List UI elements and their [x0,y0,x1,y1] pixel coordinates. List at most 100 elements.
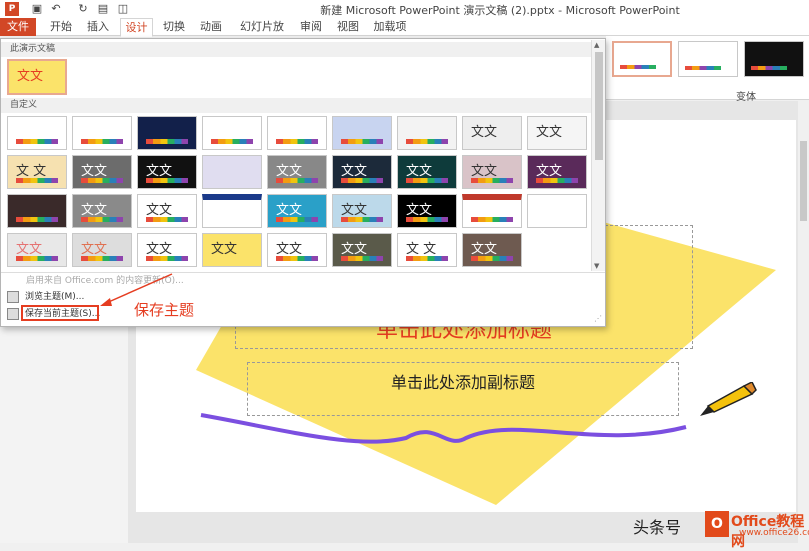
theme-swatch [81,217,123,222]
editor-scrollbar[interactable] [798,101,809,543]
theme-thumb[interactable] [7,194,67,228]
tab-animations[interactable]: 动画 [196,18,226,36]
gallery-scrollbar[interactable]: ▲ ▼ [591,40,605,271]
theme-thumb-text: 文文 [406,203,433,218]
subtitle-placeholder[interactable]: 单击此处添加副标题 [247,362,679,416]
variant-thumb[interactable] [744,41,804,77]
theme-thumb-text: 文文 [276,242,303,257]
theme-thumb-text: 文文 [536,164,563,179]
variant-color-bar [685,66,721,70]
from-beginning-icon[interactable]: ▤ [96,2,110,16]
theme-thumb[interactable]: 文文 [72,155,132,189]
variant-thumb[interactable] [612,41,672,77]
watermark-source: 头条号 [633,518,682,537]
gallery-scrollbar-thumb[interactable] [595,52,603,160]
theme-swatch [341,217,383,222]
theme-thumb[interactable]: 文文 [72,194,132,228]
current-theme-thumb[interactable]: 文文 [7,59,67,95]
theme-thumb-text: 文文 [81,164,108,179]
theme-thumb-text: 文文 [341,242,368,257]
theme-thumb[interactable]: 文文 [137,194,197,228]
tab-design[interactable]: 设计 [120,18,153,37]
theme-swatch [146,256,188,261]
theme-thumb-text: 文文 [81,203,108,218]
theme-thumb[interactable] [462,194,522,228]
section-custom: 自定义 [1,98,591,113]
theme-thumb[interactable]: 文文 [462,116,522,150]
scroll-down-icon[interactable]: ▼ [594,262,599,270]
theme-thumb[interactable] [267,116,327,150]
tab-file[interactable]: 文件 [0,18,36,36]
theme-thumb[interactable]: 文文 [267,233,327,267]
theme-swatch [276,178,318,183]
tab-home[interactable]: 开始 [46,18,76,36]
theme-thumb[interactable] [72,116,132,150]
theme-thumb[interactable] [202,116,262,150]
theme-thumb[interactable] [397,116,457,150]
resize-grip-icon[interactable]: ⋰ [594,314,602,323]
window-title: 新建 Microsoft PowerPoint 演示文稿 (2).pptx - … [320,4,680,17]
theme-thumb[interactable]: 文文 [267,194,327,228]
theme-thumb[interactable]: 文文 [137,155,197,189]
theme-thumb[interactable] [7,116,67,150]
theme-swatch [406,139,448,144]
theme-thumb-text: 文文 [16,242,43,257]
theme-swatch [276,217,318,222]
theme-thumb[interactable]: 文文 [527,116,587,150]
theme-thumb[interactable]: 文文 [332,194,392,228]
tab-transitions[interactable]: 切换 [159,18,189,36]
theme-thumb[interactable]: 文文 [397,155,457,189]
tab-slideshow[interactable]: 幻灯片放映 [236,18,288,51]
theme-thumb[interactable] [202,194,262,228]
tab-view[interactable]: 视图 [333,18,363,36]
theme-thumb-text: 文文 [536,125,563,140]
theme-thumb-text: 文文 [146,203,173,218]
theme-thumb[interactable]: 文文 [397,194,457,228]
tab-review[interactable]: 审阅 [296,18,326,36]
theme-swatch [406,178,448,183]
preview-icon[interactable]: ◫ [116,2,130,16]
theme-thumb[interactable]: 文文 [332,233,392,267]
theme-thumb-text: 文文 [276,164,303,179]
theme-swatch [276,139,318,144]
browse-themes-item[interactable]: 浏览主题(M)... [7,289,84,305]
watermark-url: www.office26.com [739,528,809,538]
theme-thumb[interactable]: 文文 [332,155,392,189]
scroll-up-icon[interactable]: ▲ [594,41,599,49]
powerpoint-logo-icon: P [5,2,19,16]
theme-swatch [341,256,383,261]
theme-thumb[interactable]: 文文 [462,233,522,267]
annotation-highlight-box [21,305,99,321]
theme-swatch [536,178,578,183]
variant-thumb[interactable] [678,41,738,77]
undo-icon[interactable]: ↶ [49,2,63,16]
redo-icon[interactable]: ↻ [76,2,90,16]
variant-color-bar [620,65,656,69]
annotation-text: 保存主题 [134,301,195,319]
theme-swatch [16,217,58,222]
tab-addins[interactable]: 加载项 [370,18,410,36]
theme-thumb[interactable]: 文 文 [7,155,67,189]
theme-thumb[interactable] [202,155,262,189]
theme-thumb[interactable]: 文文 [267,155,327,189]
theme-thumb[interactable]: 文文 [72,233,132,267]
editor-scrollbar-thumb[interactable] [800,141,807,221]
theme-thumb[interactable]: 文文 [137,233,197,267]
tab-insert[interactable]: 插入 [83,18,113,36]
theme-gallery-dropdown: 此演示文稿 文文 自定义 文文 文文 文 文 文文 文文 文文 文文 文文 文文… [0,38,606,327]
theme-thumb-text: 文文 [146,242,173,257]
theme-thumb[interactable] [332,116,392,150]
theme-swatch [471,217,513,222]
save-icon[interactable]: ▣ [30,2,44,16]
theme-thumb-text: 文 文 [16,164,47,179]
theme-swatch [471,178,513,183]
ribbon-tabs: 文件 开始 插入 设计 切换 动画 幻灯片放映 审阅 视图 加载项 [0,18,809,51]
theme-thumb[interactable]: 文 文 [397,233,457,267]
theme-thumb[interactable]: 文文 [7,233,67,267]
theme-thumb[interactable]: 文文 [527,155,587,189]
theme-thumb[interactable]: 文文 [202,233,262,267]
theme-thumb[interactable]: 文文 [462,155,522,189]
watermark: 头条号 O Office教程网 www.office26.com [623,508,809,550]
theme-thumb[interactable] [527,194,587,228]
theme-thumb[interactable] [137,116,197,150]
